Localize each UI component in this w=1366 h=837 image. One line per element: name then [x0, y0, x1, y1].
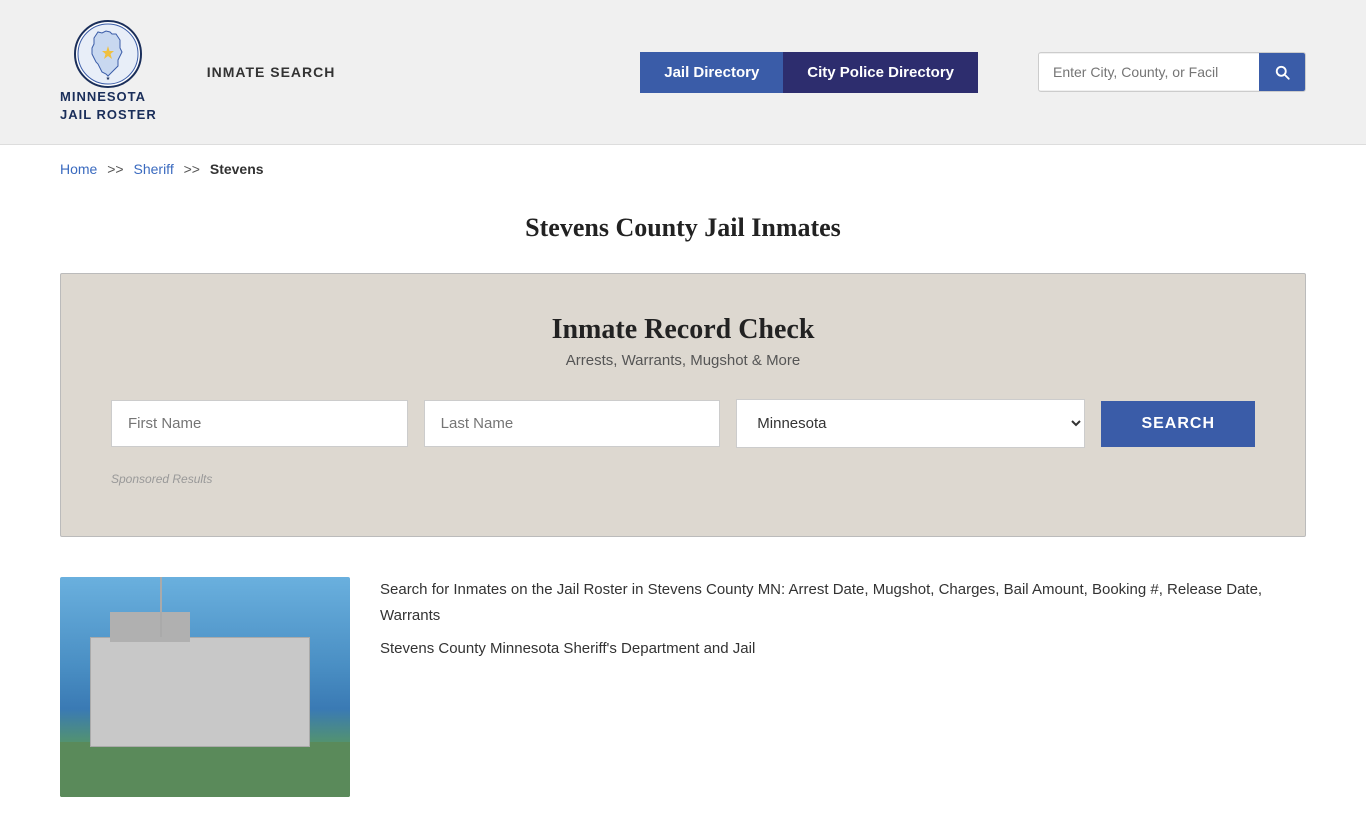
ground-area: [60, 742, 350, 797]
record-check-box: Inmate Record Check Arrests, Warrants, M…: [60, 273, 1306, 537]
tab-jail-directory[interactable]: Jail Directory: [640, 52, 783, 93]
page-title-section: Stevens County Jail Inmates: [0, 193, 1366, 273]
breadcrumb-current: Stevens: [210, 161, 264, 177]
site-header: ★ MINNESOTA JAIL ROSTER INMATE SEARCH Ja…: [0, 0, 1366, 145]
state-select[interactable]: MinnesotaAlabamaAlaskaArizonaArkansasCal…: [736, 399, 1085, 448]
breadcrumb-home[interactable]: Home: [60, 161, 97, 177]
last-name-input[interactable]: [424, 400, 721, 447]
inmate-search-link[interactable]: INMATE SEARCH: [207, 64, 336, 80]
record-check-title: Inmate Record Check: [111, 314, 1255, 346]
search-icon: [1273, 63, 1291, 81]
site-logo[interactable]: ★ MINNESOTA JAIL ROSTER: [60, 20, 157, 124]
content-text: Search for Inmates on the Jail Roster in…: [380, 577, 1306, 670]
logo-text: MINNESOTA JAIL ROSTER: [60, 88, 157, 124]
building-top-shape: [110, 612, 190, 642]
header-search-bar: [1038, 52, 1306, 92]
content-paragraph-1: Search for Inmates on the Jail Roster in…: [380, 577, 1306, 628]
tab-city-police[interactable]: City Police Directory: [783, 52, 978, 93]
record-search-button[interactable]: SEARCH: [1101, 401, 1255, 447]
building-shape: [90, 637, 310, 747]
facility-image: [60, 577, 350, 797]
header-search-input[interactable]: [1039, 54, 1259, 90]
logo-seal-icon: ★: [74, 20, 142, 88]
content-section: Search for Inmates on the Jail Roster in…: [0, 567, 1366, 837]
breadcrumb: Home >> Sheriff >> Stevens: [0, 145, 1366, 193]
breadcrumb-sheriff[interactable]: Sheriff: [134, 161, 174, 177]
main-nav: Jail Directory City Police Directory: [640, 52, 978, 93]
record-check-form: MinnesotaAlabamaAlaskaArizonaArkansasCal…: [111, 399, 1255, 448]
header-search-button[interactable]: [1259, 53, 1305, 91]
svg-text:★: ★: [106, 76, 111, 82]
page-title: Stevens County Jail Inmates: [0, 213, 1366, 243]
breadcrumb-sep1: >>: [107, 161, 123, 177]
first-name-input[interactable]: [111, 400, 408, 447]
sponsored-results-label: Sponsored Results: [111, 472, 1255, 486]
breadcrumb-sep2: >>: [184, 161, 200, 177]
flag-pole: [160, 577, 162, 637]
content-paragraph-2: Stevens County Minnesota Sheriff's Depar…: [380, 636, 1306, 662]
record-check-subtitle: Arrests, Warrants, Mugshot & More: [111, 352, 1255, 369]
